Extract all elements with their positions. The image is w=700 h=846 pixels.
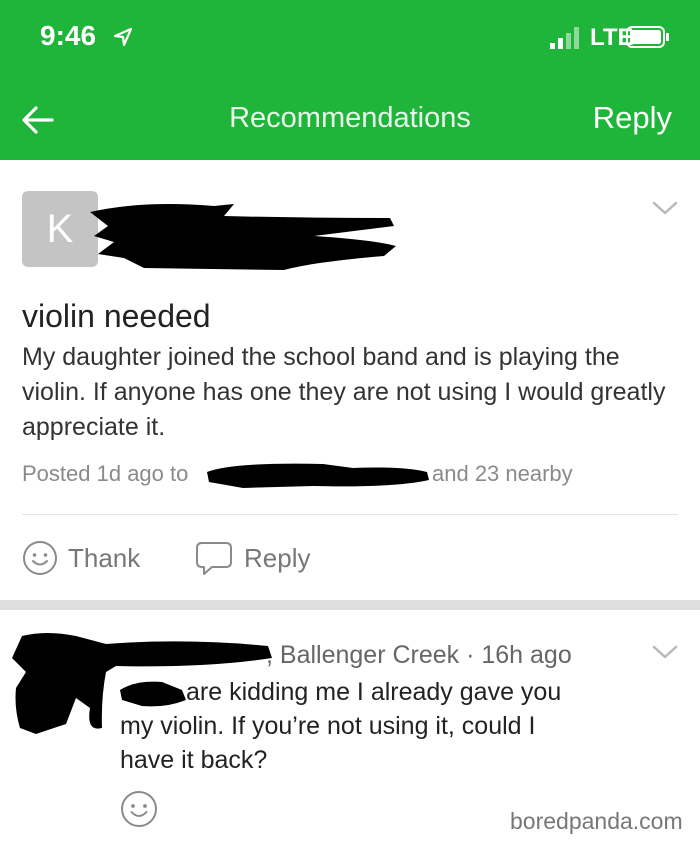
top-bar: 9:46 LTE Recommendations Reply [0,0,700,160]
posted-nearby: and 23 nearby [432,461,573,486]
reply-label: Reply [244,542,311,573]
redacted-author-name [90,204,396,270]
battery-icon [626,26,669,48]
redacted-neighborhood [207,463,429,488]
posted-info: Posted 1d ago to [22,461,189,486]
smiley-icon [23,541,57,575]
nav-bar: Recommendations Reply [0,80,700,160]
post-body: My daughter joined the school band and i… [22,343,666,441]
status-time: 9:46 [40,20,97,51]
location-arrow-icon [113,27,133,47]
status-bar: 9:46 LTE [0,0,700,80]
divider [22,514,678,515]
post-title: violin needed [22,298,211,334]
comment-options-chevron-icon[interactable] [652,644,678,660]
section-separator [0,600,700,610]
redacted-mention [120,681,186,707]
watermark: boredpanda.com [510,808,683,834]
thank-label: Thank [68,542,141,573]
comment-meta: , Ballenger Creek · 16h ago [266,641,572,669]
comment-line: have it back? [120,746,268,774]
comment-line: my violin. If you’re not using it, could… [120,712,536,740]
reply-button[interactable]: Reply [194,540,310,576]
comment-thank-smiley-icon[interactable] [120,790,158,828]
thank-button[interactable]: Thank [22,540,140,576]
speech-bubble-icon [196,542,232,575]
header-reply-button[interactable]: Reply [593,100,672,136]
post-options-chevron-icon[interactable] [652,200,678,216]
signal-strength-icon [550,27,579,49]
comment-line: are kidding me I already gave you [186,678,562,706]
